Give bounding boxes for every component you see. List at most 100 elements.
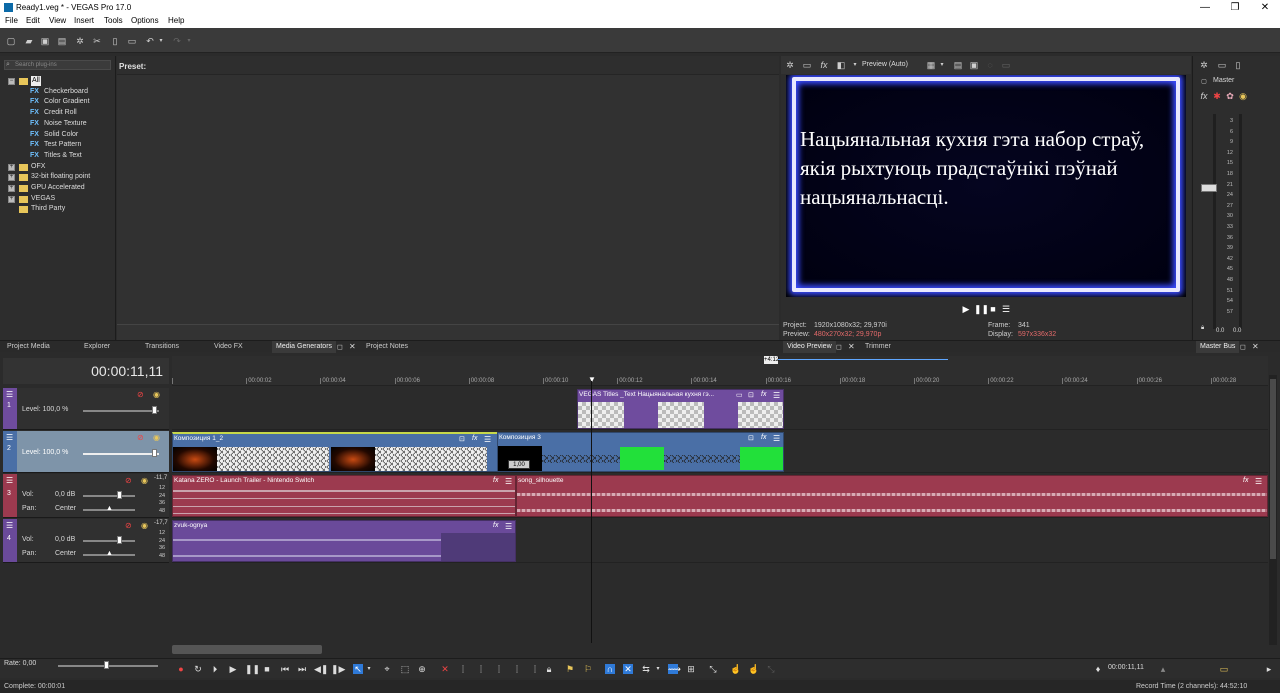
scrollbar-thumb[interactable]: [1270, 379, 1276, 559]
preview-menu-icon[interactable]: ☰: [1001, 304, 1011, 314]
tab-video-fx[interactable]: Video FX: [210, 341, 247, 353]
tab-project-notes[interactable]: Project Notes: [362, 341, 412, 353]
track-mute-icon[interactable]: ⊘: [125, 521, 132, 530]
pan-slider-knob[interactable]: ▲: [106, 505, 113, 512]
track-solo-icon[interactable]: ◉: [153, 390, 160, 399]
cut-icon[interactable]: ✂: [92, 36, 102, 46]
tab-video-preview[interactable]: Video Preview: [783, 341, 836, 353]
track-menu-icon[interactable]: ☰: [6, 433, 13, 442]
play-icon[interactable]: ▶: [228, 664, 238, 674]
track-mute-icon[interactable]: ⊘: [125, 476, 132, 485]
clip-fx-icon[interactable]: fx: [1243, 477, 1248, 484]
clip-menu-icon[interactable]: ☰: [1255, 477, 1262, 486]
volume-slider-knob[interactable]: [117, 491, 122, 499]
preview-tab-close-icon[interactable]: ✕: [848, 342, 855, 351]
preview-stop-icon[interactable]: ■: [988, 304, 998, 314]
edit-tool-dropdown-icon[interactable]: ▾: [364, 664, 374, 674]
tree-expander-icon[interactable]: +: [8, 185, 15, 192]
split-dim-icon[interactable]: ⫿: [530, 664, 540, 674]
search-input[interactable]: Search plug-ins: [4, 60, 111, 70]
lock-envelopes-icon[interactable]: ⟿: [668, 664, 681, 674]
track-solo-icon[interactable]: ◉: [141, 521, 148, 530]
zoom-tool-icon[interactable]: ⊕: [417, 664, 427, 674]
trim-icon[interactable]: ⫿: [458, 664, 468, 674]
tab-project-media[interactable]: Project Media: [3, 341, 54, 353]
master-fader-knob[interactable]: [1201, 184, 1217, 192]
region-icon[interactable]: ⚐: [583, 664, 593, 674]
close-button[interactable]: ✕: [1250, 0, 1280, 15]
misc-tool-icon[interactable]: ⤡: [766, 664, 776, 674]
tab-close-icon[interactable]: ✕: [349, 342, 356, 351]
loop-region-bar[interactable]: [778, 359, 948, 360]
overlays-icon[interactable]: ▦: [926, 60, 936, 70]
pan-slider-knob[interactable]: ▲: [106, 550, 113, 557]
track-mute-icon[interactable]: ⊘: [137, 433, 144, 442]
maximize-button[interactable]: ❐: [1220, 0, 1250, 15]
track-header-4[interactable]: ☰ 4 ⊘ ◉ -17,7 Vol: 0,0 dB Pan: Center ▲: [3, 519, 169, 563]
level-slider[interactable]: [83, 453, 159, 455]
menu-help[interactable]: Help: [168, 16, 184, 25]
tree-expander-icon[interactable]: +: [8, 163, 15, 171]
auto-crossfade-icon[interactable]: ✕: [623, 664, 633, 674]
master-eq-icon[interactable]: ✱: [1212, 91, 1222, 101]
composition-3-clip[interactable]: Композиция 3 1,00 ⊡ fx ☰: [497, 432, 784, 472]
split-screen-icon[interactable]: ◧: [836, 60, 846, 70]
clip-pan-crop-icon[interactable]: ⊡: [748, 434, 754, 442]
track-menu-icon[interactable]: ☰: [6, 390, 13, 399]
menu-edit[interactable]: Edit: [26, 16, 40, 25]
preview-pause-icon[interactable]: ❚❚: [974, 304, 989, 314]
track-header-1[interactable]: ☰ 1 ⊘ ◉ Level: 100,0 %: [3, 388, 169, 430]
menu-tools[interactable]: Tools: [104, 16, 123, 25]
timeline-horizontal-scrollbar[interactable]: [172, 645, 322, 654]
save-snapshot-icon[interactable]: ▣: [969, 60, 979, 70]
menu-file[interactable]: File: [5, 16, 18, 25]
play-from-start-icon[interactable]: ⏵: [210, 664, 220, 674]
track-solo-icon[interactable]: ◉: [153, 433, 160, 442]
go-to-start-icon[interactable]: ⏮: [280, 664, 290, 674]
loop-icon[interactable]: ◌: [985, 60, 995, 70]
clip-pan-crop-icon[interactable]: ▭: [736, 391, 743, 399]
split-icon[interactable]: ⫿: [512, 664, 522, 674]
previous-frame-icon[interactable]: ◀❚: [314, 664, 328, 674]
preset-scrollbar[interactable]: [117, 324, 779, 340]
composition-1-clip[interactable]: Композиция 1_2 ⊡ fx ☰: [172, 432, 498, 472]
selection-tool-icon[interactable]: ⬚: [400, 664, 410, 674]
tab-explorer[interactable]: Explorer: [80, 341, 114, 353]
split-dropdown-icon[interactable]: ▾: [850, 60, 860, 70]
tab-media-generators[interactable]: Media Generators: [272, 341, 337, 353]
master-automation-icon[interactable]: ✿: [1225, 91, 1235, 101]
loop-playback-icon[interactable]: ↻: [193, 664, 203, 674]
menu-insert[interactable]: Insert: [74, 16, 94, 25]
volume-slider[interactable]: [83, 540, 135, 542]
video-fx-icon[interactable]: fx: [819, 60, 829, 70]
master-solo-icon[interactable]: ◉: [1238, 91, 1248, 101]
open-folder-icon[interactable]: ▰: [24, 36, 34, 46]
playhead-cursor[interactable]: [591, 381, 592, 643]
level-slider-knob[interactable]: [152, 406, 157, 414]
master-settings-gear-icon[interactable]: ✲: [1199, 60, 1209, 70]
dim-icon[interactable]: ▭: [1001, 60, 1011, 70]
ripple-edit-icon[interactable]: ⇆: [641, 664, 651, 674]
clip-pan-crop-icon[interactable]: ⊡: [459, 435, 465, 443]
redo-icon[interactable]: ↷: [172, 36, 182, 46]
zvuk-ognya-audio-clip[interactable]: zvuk-ognya fx ☰: [172, 520, 516, 562]
go-to-end-icon[interactable]: ⏭: [297, 664, 307, 674]
next-frame-icon[interactable]: ❚▶: [331, 664, 345, 674]
master-collapse-icon[interactable]: ▢: [1199, 77, 1209, 87]
touch-dropdown-icon[interactable]: ☝: [748, 664, 759, 674]
undo-icon[interactable]: ↶: [145, 36, 155, 46]
timeline-vertical-scrollbar[interactable]: [1269, 375, 1277, 645]
track-solo-icon[interactable]: ◉: [141, 476, 148, 485]
tree-expander-icon[interactable]: +: [8, 195, 15, 203]
normal-edit-tool-icon[interactable]: ↖: [353, 664, 363, 674]
preview-quality-select[interactable]: Preview (Auto): [862, 61, 908, 68]
preset-list[interactable]: [117, 74, 779, 324]
minimize-button[interactable]: —: [1190, 0, 1220, 15]
scrub-icon[interactable]: ⤡: [708, 664, 718, 674]
master-tab-close-icon[interactable]: ✕: [1252, 342, 1259, 351]
undo-dropdown-icon[interactable]: ▾: [156, 36, 166, 46]
menu-options[interactable]: Options: [131, 16, 159, 25]
level-slider-knob[interactable]: [152, 449, 157, 457]
clip-fx-icon[interactable]: fx: [493, 477, 498, 484]
delete-icon[interactable]: ✕: [440, 664, 450, 674]
